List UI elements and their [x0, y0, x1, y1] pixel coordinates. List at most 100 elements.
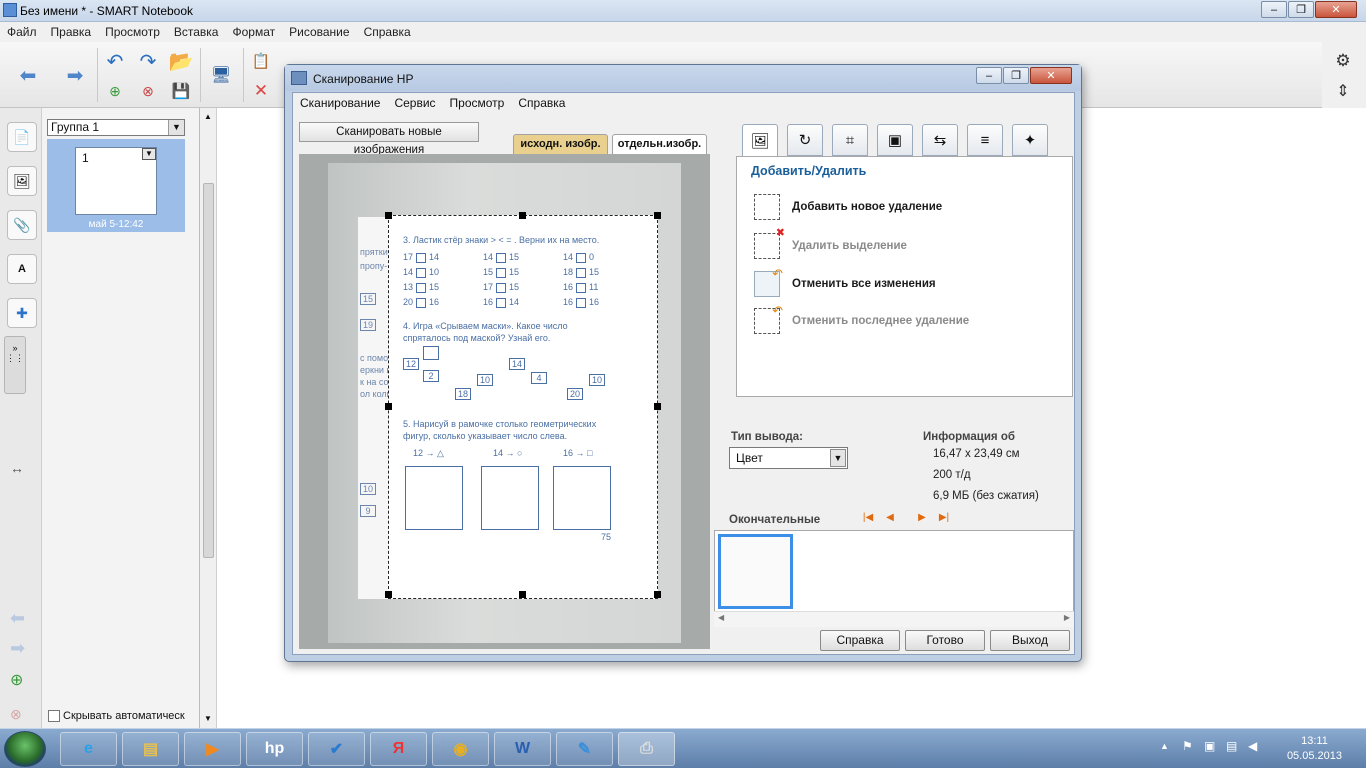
rotate-tool-icon[interactable]: ↻ — [787, 124, 823, 156]
dialog-menu-help[interactable]: Справка — [511, 96, 572, 110]
menu-format[interactable]: Формат — [225, 25, 282, 39]
redo-icon[interactable]: ↷ — [133, 48, 163, 74]
crop-handle[interactable] — [519, 591, 526, 598]
autohide-option[interactable]: Скрывать автоматическ — [48, 710, 185, 722]
scroll-right-arrow-icon[interactable]: ▶ — [1064, 613, 1070, 622]
scroll-down-arrow-icon[interactable]: ▼ — [204, 714, 212, 723]
dialog-minimize-button[interactable]: – — [976, 67, 1002, 84]
tray-expand-icon[interactable]: ▲ — [1160, 741, 1169, 751]
smart-notebook-icon[interactable]: ✎ — [556, 732, 613, 766]
page-thumbnail[interactable]: 1 ▼ май 5-12:42 — [47, 139, 185, 232]
explorer-icon[interactable]: ▤ — [122, 732, 179, 766]
scan-preview[interactable]: прятки. пропу- 15 19 с помо- еркни в к н… — [299, 154, 710, 649]
move-toolbar-icon[interactable]: ⇕ — [1328, 78, 1358, 104]
tab-source-image[interactable]: исходн. изобр. — [513, 134, 608, 154]
output-type-select[interactable]: Цвет ▼ — [729, 447, 848, 469]
tab-separated-image[interactable]: отдельн.изобр. — [612, 134, 707, 154]
crop-handle[interactable] — [385, 591, 392, 598]
delete-selection-action[interactable]: ✖ Удалить выделение — [754, 227, 907, 259]
undo-icon[interactable]: ↶ — [100, 48, 130, 74]
add-remove-tool-icon[interactable]: 🖼 — [742, 124, 778, 156]
dialog-menu-view[interactable]: Просмотр — [443, 96, 512, 110]
final-images-scrollbar[interactable]: ◀ ▶ — [714, 611, 1074, 627]
close-button[interactable]: ✕ — [1315, 1, 1357, 18]
hp-icon[interactable]: hp — [246, 732, 303, 766]
undo-last-removal-action[interactable]: ↶ Отменить последнее удаление — [754, 303, 969, 334]
attachments-icon[interactable]: 📎 — [7, 210, 37, 240]
crop-tool-icon[interactable]: ⌗ — [832, 124, 868, 156]
clock[interactable]: 13:11 05.05.2013 — [1287, 734, 1342, 764]
crop-handle[interactable] — [519, 212, 526, 219]
media-player-icon[interactable]: ▶ — [184, 732, 241, 766]
device-icon[interactable]: ▣ — [1204, 739, 1215, 753]
flag-icon[interactable]: ⚑ — [1182, 739, 1193, 753]
remove-page-icon[interactable]: ⊗ — [10, 706, 22, 723]
add-new-removal-action[interactable]: Добавить новое удаление — [754, 194, 942, 220]
scan-new-images-button[interactable]: Сканировать новые изображения — [299, 122, 479, 156]
sorter-scrollbar[interactable]: ▲ ▼ — [200, 108, 217, 728]
menu-insert[interactable]: Вставка — [167, 25, 226, 39]
dialog-close-button[interactable]: ✕ — [1030, 67, 1072, 84]
hp-scan-icon[interactable]: ⎙ — [618, 732, 675, 766]
enhance-tool-icon[interactable]: ✦ — [1012, 124, 1048, 156]
dialog-menu-service[interactable]: Сервис — [387, 96, 442, 110]
paste-icon[interactable]: 📋 — [246, 48, 276, 74]
chrome-icon[interactable]: ◉ — [432, 732, 489, 766]
autohide-checkbox[interactable] — [48, 710, 60, 722]
last-page-icon[interactable]: ▶| — [938, 512, 950, 524]
help-button[interactable]: Справка — [820, 630, 900, 651]
split-tool-icon[interactable]: ⇆ — [922, 124, 958, 156]
screen-shade-icon[interactable]: 🖥 — [206, 62, 236, 88]
crop-handle[interactable] — [654, 591, 661, 598]
page-menu-chevron-icon[interactable]: ▼ — [142, 148, 156, 160]
side-forward-arrow-icon[interactable]: ➡ — [10, 638, 25, 659]
open-folder-icon[interactable]: 📂 — [166, 48, 196, 74]
chevron-down-icon[interactable]: ▼ — [168, 120, 184, 135]
prev-page-icon[interactable]: ◀ — [884, 512, 896, 524]
menu-edit[interactable]: Правка — [44, 25, 99, 39]
crop-handle[interactable] — [385, 212, 392, 219]
crop-selection[interactable]: 3. Ластик стёр знаки > < = . Верни их на… — [388, 215, 658, 599]
menu-draw[interactable]: Рисование — [282, 25, 356, 39]
scroll-thumb[interactable] — [203, 183, 214, 558]
done-button[interactable]: Готово — [905, 630, 985, 651]
forward-arrow-icon[interactable]: ➡ — [60, 62, 90, 88]
adjust-tool-icon[interactable]: ≡ — [967, 124, 1003, 156]
minimize-button[interactable]: – — [1261, 1, 1287, 18]
dialog-menu-scan[interactable]: Сканирование — [293, 96, 387, 110]
first-page-icon[interactable]: |◀ — [862, 512, 874, 524]
menu-view[interactable]: Просмотр — [98, 25, 167, 39]
resize-tool-icon[interactable]: ▣ — [877, 124, 913, 156]
add-page-icon[interactable]: ⊕ — [10, 670, 23, 690]
crop-handle[interactable] — [385, 403, 392, 410]
next-page-icon[interactable]: ▶ — [916, 512, 928, 524]
internet-explorer-icon[interactable]: e — [60, 732, 117, 766]
side-back-arrow-icon[interactable]: ⬅ — [10, 608, 25, 629]
task-app-icon[interactable]: ✔ — [308, 732, 365, 766]
dialog-maximize-button[interactable]: ❐ — [1003, 67, 1029, 84]
page-sorter-icon[interactable]: 📄 — [7, 122, 37, 152]
back-arrow-icon[interactable]: ⬅ — [13, 62, 43, 88]
save-icon[interactable]: 💾 — [166, 78, 196, 104]
menu-file[interactable]: Файл — [0, 25, 44, 39]
scroll-up-arrow-icon[interactable]: ▲ — [204, 112, 212, 121]
resize-arrows-icon[interactable]: ↔ — [10, 460, 24, 476]
collapse-handle[interactable]: » ⋮⋮ — [4, 336, 26, 394]
gallery-icon[interactable]: 🖼 — [7, 166, 37, 196]
crop-handle[interactable] — [654, 403, 661, 410]
yandex-icon[interactable]: Я — [370, 732, 427, 766]
undo-all-changes-action[interactable]: ↶ Отменить все изменения — [754, 266, 936, 297]
scroll-left-arrow-icon[interactable]: ◀ — [718, 613, 724, 622]
exit-button[interactable]: Выход — [990, 630, 1070, 651]
menu-help[interactable]: Справка — [357, 25, 418, 39]
maximize-button[interactable]: ❐ — [1288, 1, 1314, 18]
volume-icon[interactable]: ◀ — [1248, 739, 1257, 753]
page-preview[interactable]: 1 ▼ — [75, 147, 157, 215]
final-image-thumbnail[interactable] — [718, 534, 793, 609]
chevron-down-icon[interactable]: ▼ — [830, 449, 846, 467]
word-icon[interactable]: W — [494, 732, 551, 766]
group-select[interactable]: Группа 1 ▼ — [47, 119, 185, 136]
delete-page-icon[interactable]: ⊗ — [133, 78, 163, 104]
new-page-icon[interactable]: ⊕ — [100, 78, 130, 104]
properties-icon[interactable]: A — [7, 254, 37, 284]
